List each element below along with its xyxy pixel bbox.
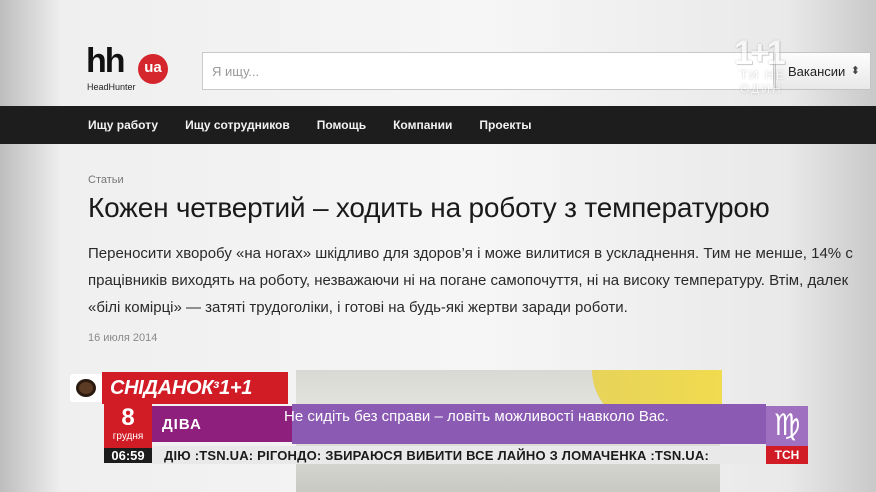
lead-line: працівників виходять на роботу, незважаю… (88, 272, 849, 289)
logo-hh-text: hh (86, 42, 126, 80)
lead-line: Переносити хворобу «на ногах» шкідливо д… (88, 245, 853, 262)
logo-subtitle: HeadHunter (87, 82, 136, 92)
show-title: СНІДАНОКз1+1 (102, 372, 288, 404)
time-display: 06:59 (104, 448, 152, 463)
page-title: Кожен четвертий – ходить на роботу з тем… (88, 192, 770, 223)
site-header: hh ua HeadHunter Вакансии ⬍ 1+1 ТИ НЕ ОД… (0, 0, 876, 106)
browser-page: hh ua HeadHunter Вакансии ⬍ 1+1 ТИ НЕ ОД… (0, 0, 876, 492)
date-month: грудня (112, 431, 144, 442)
nav-item-companies[interactable]: Компании (393, 118, 452, 132)
article-lead: Переносити хворобу «на ногах» шкідливо д… (88, 240, 876, 321)
show-channel: 1+1 (219, 377, 253, 399)
channel-watermark-slogan: ТИ НЕ ОДИН (740, 68, 786, 96)
horoscope-message: Не сидіть без справи – ловіть можливості… (284, 408, 669, 425)
search-input[interactable] (203, 53, 773, 89)
channel-watermark: 1+1 ТИ НЕ ОДИН (734, 34, 814, 96)
horoscope-sign-label: ДІВА (162, 416, 202, 433)
tsn-badge: ТСН (766, 446, 808, 464)
article-date: 16 июля 2014 (88, 332, 158, 344)
search-box (202, 52, 774, 90)
headhunter-logo[interactable]: hh ua HeadHunter (86, 42, 170, 96)
nav-item-help[interactable]: Помощь (317, 118, 366, 132)
main-nav: Ищу работу Ищу сотрудников Помощь Компан… (0, 106, 876, 144)
breadcrumb[interactable]: Статьи (88, 174, 124, 186)
horoscope-topic: ДІВА (152, 406, 292, 442)
coffee-cup-icon (70, 374, 102, 402)
show-name: СНІДАНОК (110, 377, 214, 399)
logo-ua-badge: ua (138, 54, 168, 84)
lead-line: «білі комірці» — затяті трудоголіки, і г… (88, 299, 628, 316)
date-day: 8 (121, 404, 135, 431)
horoscope-message-bar: Не сидіть без справи – ловіть можливості… (284, 404, 766, 444)
nav-item-employee-search[interactable]: Ищу сотрудников (185, 118, 290, 132)
updown-arrows-icon: ⬍ (850, 65, 860, 77)
nav-item-job-search[interactable]: Ищу работу (88, 118, 158, 132)
virgo-icon: ♍ (766, 406, 808, 446)
nav-item-projects[interactable]: Проекты (479, 118, 531, 132)
channel-watermark-logo: 1+1 (734, 34, 786, 72)
ticker-text: ДІЮ :TSN.UA: РІГОНДО: ЗБИРАЮСЯ ВИБИТИ ВС… (164, 448, 710, 463)
date-badge: 8 грудня (104, 404, 152, 448)
news-ticker: ДІЮ :TSN.UA: РІГОНДО: ЗБИРАЮСЯ ВИБИТИ ВС… (152, 446, 766, 464)
